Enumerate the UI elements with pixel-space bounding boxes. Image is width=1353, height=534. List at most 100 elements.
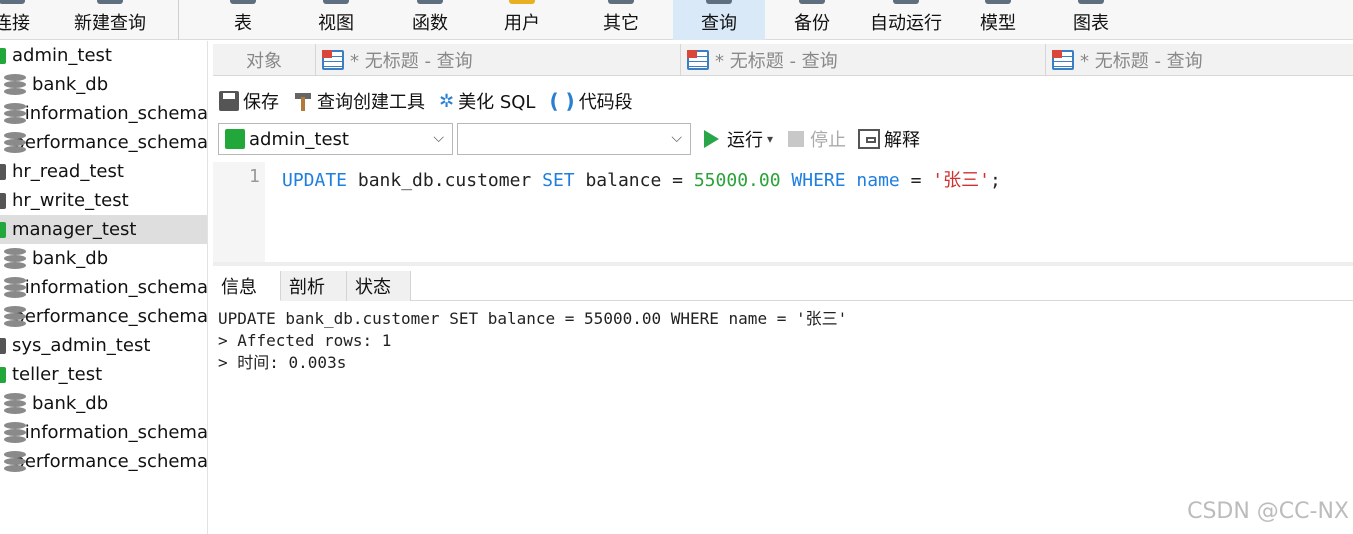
- tree-db-information-schema[interactable]: information_schema: [0, 418, 207, 447]
- stop-icon: [788, 131, 804, 147]
- toolbar-automation-button[interactable]: 自动运行: [864, 0, 948, 40]
- explain-icon: [858, 129, 880, 149]
- tree-db-performance-schema[interactable]: performance_schema: [0, 302, 207, 331]
- document-tabs: 对象 * 无标题 - 查询 * 无标题 - 查询 * 无标题 - 查询: [213, 44, 1353, 76]
- toolbar-other-button[interactable]: 其它: [591, 0, 651, 40]
- sql-keyword: WHERE: [791, 170, 846, 191]
- output-line-time: > 时间: 0.003s: [218, 353, 347, 372]
- database-icon: [4, 305, 26, 328]
- user-icon: [509, 0, 535, 4]
- model-icon: [985, 0, 1011, 4]
- user-icon: [0, 162, 8, 182]
- user-icon: [0, 365, 8, 385]
- tree-db-information-schema[interactable]: information_schema: [0, 273, 207, 302]
- database-icon: [4, 276, 26, 299]
- toolbar-table-button[interactable]: 表: [218, 0, 268, 40]
- sql-text: =: [899, 170, 933, 191]
- other-icon: [608, 0, 634, 4]
- magic-wand-icon: ✲: [439, 90, 455, 112]
- toolbar-model-button[interactable]: 模型: [968, 0, 1028, 40]
- backup-icon: [799, 0, 825, 4]
- user-icon: [0, 46, 8, 66]
- tree-user-manager-test[interactable]: manager_test: [0, 215, 207, 244]
- toolbar-new-query-button[interactable]: 新建查询: [68, 0, 152, 40]
- connection-selector-row: admin_test ⌵ ⌵ 运行 ▾ 停止 解释: [218, 123, 1318, 155]
- code-snippet-button[interactable]: ( ) 代码段: [549, 88, 632, 114]
- sql-string: '张三': [932, 170, 990, 191]
- sql-keyword: SET: [542, 170, 575, 191]
- chevron-down-icon: ⌵: [671, 130, 682, 146]
- user-icon: [0, 191, 8, 211]
- toolbar-user-button[interactable]: 用户: [492, 0, 552, 40]
- message-output: UPDATE bank_db.customer SET balance = 55…: [218, 308, 847, 374]
- toolbar-view-button[interactable]: 视图: [306, 0, 366, 40]
- toolbar-connect-button[interactable]: 连接: [0, 0, 32, 40]
- tab-objects[interactable]: 对象: [213, 44, 316, 76]
- query-tab-icon: [322, 50, 344, 70]
- sql-text: ;: [989, 170, 1001, 191]
- toolbar-separator: [178, 0, 179, 40]
- sql-editor[interactable]: 1 UPDATE bank_db.customer SET balance = …: [213, 162, 1353, 266]
- tab-query-1[interactable]: * 无标题 - 查询: [316, 44, 681, 76]
- user-icon: [0, 220, 8, 240]
- save-button[interactable]: 保存: [219, 88, 279, 114]
- tab-query-3[interactable]: * 无标题 - 查询: [1046, 44, 1353, 76]
- tab-profile[interactable]: 剖析: [281, 271, 347, 301]
- run-button[interactable]: 运行 ▾: [704, 123, 773, 155]
- tree-user-teller-test[interactable]: teller_test: [0, 360, 207, 389]
- tab-query-2[interactable]: * 无标题 - 查询: [681, 44, 1046, 76]
- play-icon: [704, 130, 719, 148]
- database-icon: [4, 421, 26, 444]
- tree-user-admin-test[interactable]: admin_test: [0, 41, 207, 70]
- tree-user-hr-write-test[interactable]: hr_write_test: [0, 186, 207, 215]
- tree-db-information-schema[interactable]: information_schema: [0, 99, 207, 128]
- database-icon: [4, 102, 26, 125]
- new-query-icon: [97, 0, 123, 4]
- tree-db-performance-schema[interactable]: performance_schema: [0, 128, 207, 157]
- query-tab-icon: [687, 50, 709, 70]
- query-builder-button[interactable]: 查询创建工具: [293, 88, 425, 114]
- output-line-affected-rows: > Affected rows: 1: [218, 331, 392, 350]
- mysql-connection-icon: [225, 129, 245, 149]
- sql-code-line[interactable]: UPDATE bank_db.customer SET balance = 55…: [282, 166, 1001, 192]
- connection-tree[interactable]: admin_test bank_db information_schema pe…: [0, 41, 208, 534]
- tree-db-bank-db[interactable]: bank_db: [0, 389, 207, 418]
- tab-status[interactable]: 状态: [347, 271, 411, 301]
- result-tabs: 信息 剖析 状态: [213, 271, 1353, 301]
- database-icon: [4, 73, 26, 96]
- database-icon: [4, 131, 26, 154]
- query-tab-icon: [1052, 50, 1074, 70]
- watermark: CSDN @CC-NX: [1187, 499, 1349, 524]
- database-icon: [4, 247, 26, 270]
- tree-db-performance-schema[interactable]: performance_schema: [0, 447, 207, 476]
- toolbar-query-button[interactable]: 查询: [673, 0, 765, 40]
- tree-db-bank-db[interactable]: bank_db: [0, 70, 207, 99]
- function-icon: [417, 0, 443, 4]
- query-icon: [706, 0, 732, 4]
- tab-message[interactable]: 信息: [213, 271, 281, 301]
- line-number: 1: [249, 166, 260, 187]
- database-icon: [4, 392, 26, 415]
- tree-db-bank-db[interactable]: bank_db: [0, 244, 207, 273]
- toolbar-function-button[interactable]: 函数: [400, 0, 460, 40]
- chart-icon: [1078, 0, 1104, 4]
- sql-identifier: name: [856, 170, 900, 191]
- beautify-sql-button[interactable]: ✲ 美化 SQL: [439, 88, 535, 114]
- sql-number: 55000.00: [693, 170, 781, 191]
- database-icon: [4, 450, 26, 473]
- stop-button[interactable]: 停止: [788, 123, 846, 155]
- output-line-sql: UPDATE bank_db.customer SET balance = 55…: [218, 309, 848, 328]
- toolbar-backup-button[interactable]: 备份: [782, 0, 842, 40]
- user-icon: [0, 336, 8, 356]
- dropdown-arrow-icon[interactable]: ▾: [767, 132, 773, 146]
- tree-user-sys-admin-test[interactable]: sys_admin_test: [0, 331, 207, 360]
- connect-icon: [0, 0, 25, 4]
- database-select[interactable]: ⌵: [457, 123, 691, 155]
- sql-text: bank_db.customer: [347, 170, 543, 191]
- toolbar-chart-button[interactable]: 图表: [1061, 0, 1121, 40]
- tree-user-hr-read-test[interactable]: hr_read_test: [0, 157, 207, 186]
- explain-button[interactable]: 解释: [858, 123, 920, 155]
- automation-icon: [893, 0, 919, 4]
- connection-select[interactable]: admin_test ⌵: [218, 123, 453, 155]
